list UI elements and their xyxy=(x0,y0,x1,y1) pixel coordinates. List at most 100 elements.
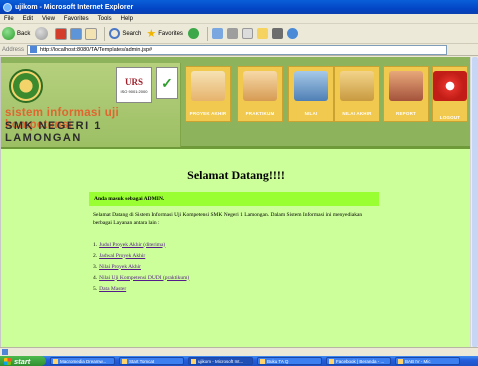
taskbar-item-ie[interactable]: ujikom - Microsoft Int... xyxy=(188,357,253,365)
nav-praktikum[interactable]: PRAKTIKUM xyxy=(237,66,283,122)
check-icon: ✓ xyxy=(161,74,173,91)
nav-label: LOGOUT xyxy=(439,115,461,120)
menu-help[interactable]: Help xyxy=(121,16,133,22)
tomcat-icon xyxy=(122,358,127,364)
nav-report[interactable]: REPORT xyxy=(383,66,429,122)
list-number: 3. xyxy=(93,263,98,270)
ie-icon xyxy=(191,358,196,364)
windows-logo-icon xyxy=(4,357,11,365)
page-icon xyxy=(30,46,38,53)
praktikum-icon xyxy=(243,71,277,101)
list-number: 1. xyxy=(93,241,98,248)
status-bar xyxy=(0,347,478,356)
vertical-scrollbar[interactable] xyxy=(470,57,478,347)
taskbar-item-tomcat[interactable]: Start Tomcat xyxy=(119,357,184,365)
menu-favorites[interactable]: Favorites xyxy=(64,16,89,22)
stop-icon[interactable] xyxy=(55,27,68,40)
search-button[interactable]: Search xyxy=(109,28,141,39)
back-arrow-icon xyxy=(2,27,15,40)
menu-edit[interactable]: Edit xyxy=(23,16,33,22)
service-list: 1. Judul Proyek Akhir (diterima) 2. Jadw… xyxy=(93,239,189,294)
list-item: 1. Judul Proyek Akhir (diterima) xyxy=(93,239,189,250)
urs-text: URS xyxy=(124,76,143,87)
back-button[interactable]: Back xyxy=(2,27,30,40)
logo-panel: URS ISO 9001:2000 ✓ sistem informasi uji… xyxy=(1,63,181,147)
folder-icon xyxy=(260,358,265,364)
proyek-akhir-icon xyxy=(191,71,225,101)
link-nilai-proyek-akhir[interactable]: Nilai Proyek Akhir xyxy=(99,264,141,270)
task-label: ujikom - Microsoft Int... xyxy=(198,358,244,364)
address-bar: Address http://localhost:8080/TA/Templat… xyxy=(0,44,478,56)
link-jadwal-proyek-akhir[interactable]: Jadwal Proyek Akhir xyxy=(99,253,145,259)
home-icon[interactable] xyxy=(85,27,98,40)
site-header: URS ISO 9001:2000 ✓ sistem informasi uji… xyxy=(1,57,471,149)
intro-text: Selamat Datang di Sistem Informasi Uji K… xyxy=(93,212,363,226)
ie-icon xyxy=(3,2,12,12)
dreamweaver-icon xyxy=(53,358,58,364)
nav-label: NILAI AKHIR xyxy=(342,111,372,116)
report-icon xyxy=(389,71,423,101)
page-done-icon xyxy=(2,349,8,355)
nilai-icon xyxy=(294,71,328,101)
firefox-icon xyxy=(329,358,334,364)
toolbar-separator xyxy=(104,26,106,41)
task-label: Buku TA Q xyxy=(267,358,289,364)
taskbar-item-word[interactable]: BAB IV - Mic xyxy=(395,357,460,365)
address-input[interactable]: http://localhost:8080/TA/Templates/admin… xyxy=(27,44,448,55)
link-nilai-uji-kompetensi[interactable]: Nilai Uji Kompetensi DUDI (praktikum) xyxy=(99,275,189,281)
nav-proyek-akhir[interactable]: PROYEK AKHIR xyxy=(185,66,231,122)
list-item: 3. Nilai Proyek Akhir xyxy=(93,261,189,272)
school-emblem-icon xyxy=(9,69,43,103)
research-icon[interactable] xyxy=(271,28,283,39)
task-label: BAB IV - Mic xyxy=(405,358,431,364)
nav-label: PRAKTIKUM xyxy=(245,111,275,116)
taskbar-item-folder[interactable]: Buku TA Q xyxy=(257,357,322,365)
scrollbar-thumb[interactable] xyxy=(472,57,478,347)
link-data-master[interactable]: Data Master xyxy=(99,286,126,292)
nav-label: REPORT xyxy=(396,111,416,116)
task-label: Facebook | Beranda - ... xyxy=(336,358,385,364)
list-item: 4. Nilai Uji Kompetensi DUDI (praktikum) xyxy=(93,272,189,283)
search-label: Search xyxy=(122,30,142,37)
list-number: 2. xyxy=(93,252,98,259)
favorites-button[interactable]: ★ Favorites xyxy=(146,27,183,40)
menu-tools[interactable]: Tools xyxy=(98,16,112,22)
menu-file[interactable]: File xyxy=(4,16,14,22)
urs-logo: URS ISO 9001:2000 xyxy=(116,67,152,103)
nav-label: NILAI xyxy=(304,111,318,116)
favorites-label: Favorites xyxy=(158,30,183,37)
back-label: Back xyxy=(17,30,31,37)
iso-text: ISO 9001:2000 xyxy=(120,88,148,94)
mail-icon[interactable] xyxy=(211,28,223,39)
main-content: Selamat Datang!!!! Anda masuk sebagai AD… xyxy=(1,152,471,347)
certification-badge-icon: ✓ xyxy=(156,67,178,99)
folder-icon[interactable] xyxy=(256,28,268,39)
power-icon xyxy=(433,71,467,101)
window-title: ujikom - Microsoft Internet Explorer xyxy=(15,3,134,11)
taskbar-item-dreamweaver[interactable]: Macromedia Dreamw... xyxy=(50,357,115,365)
start-button[interactable]: start xyxy=(0,356,46,366)
list-number: 4. xyxy=(93,274,98,281)
print-icon[interactable] xyxy=(226,28,238,39)
messenger-icon[interactable] xyxy=(286,28,298,39)
nav-nilai[interactable]: NILAI xyxy=(288,66,334,122)
star-icon: ★ xyxy=(146,28,157,40)
link-judul-proyek-akhir[interactable]: Judul Proyek Akhir (diterima) xyxy=(99,242,165,248)
refresh-icon[interactable] xyxy=(70,27,83,40)
nav-nilai-akhir[interactable]: NILAI AKHIR xyxy=(334,66,380,122)
nav-logout[interactable]: LOGOUT xyxy=(432,66,468,122)
search-icon xyxy=(109,28,121,39)
history-icon[interactable] xyxy=(187,28,199,39)
site-subtitle: SMK NEGERI 1 LAMONGAN xyxy=(5,120,102,144)
menu-view[interactable]: View xyxy=(42,16,55,22)
forward-button[interactable] xyxy=(35,27,50,40)
edit-icon[interactable] xyxy=(241,28,253,39)
nilai-akhir-icon xyxy=(340,71,374,101)
nav-label: PROYEK AKHIR xyxy=(189,111,227,116)
toolbar-separator xyxy=(206,26,208,41)
taskbar: start Macromedia Dreamw... Start Tomcat … xyxy=(0,356,478,366)
task-label: Start Tomcat xyxy=(129,358,155,364)
taskbar-item-facebook[interactable]: Facebook | Beranda - ... xyxy=(326,357,391,365)
address-url: http://localhost:8080/TA/Templates/admin… xyxy=(40,46,153,53)
task-label: Macromedia Dreamw... xyxy=(60,358,107,364)
